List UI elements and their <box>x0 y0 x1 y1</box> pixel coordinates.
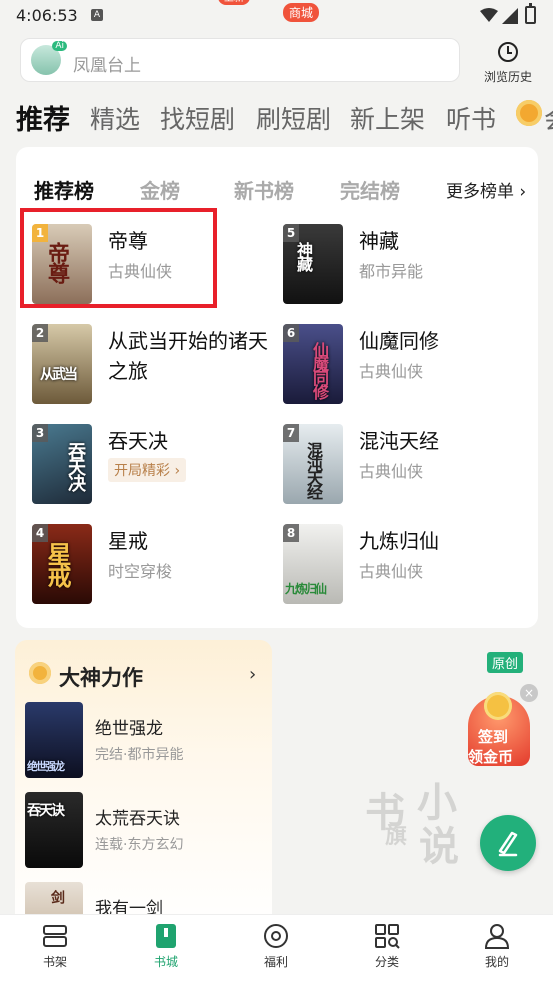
category-icon <box>374 923 400 949</box>
rank-tab-new[interactable]: 新书榜 <box>234 175 294 204</box>
medal-icon <box>29 662 51 684</box>
sign-in-coin-widget[interactable]: 签到 领金币 <box>462 690 532 772</box>
pen-icon <box>498 831 518 857</box>
battery-icon <box>525 3 536 24</box>
book-item[interactable]: 5 神藏 神藏 都市异能 <box>283 224 523 304</box>
ranking-tabs: 推荐榜 金榜 新书榜 完结榜 更多榜单 › <box>34 175 534 205</box>
book-item[interactable]: 3 吞天决 吞天决 开局精彩 › <box>32 424 272 504</box>
bookshelf-icon <box>42 923 68 949</box>
book-genre: 古典仙侠 <box>359 562 424 581</box>
chevron-right-icon[interactable]: › <box>249 664 256 685</box>
book-genre: 古典仙侠 <box>359 462 424 481</box>
book-title: 太荒吞天诀 <box>95 809 180 829</box>
selection-highlight <box>20 208 217 308</box>
rank-tab-recommend[interactable]: 推荐榜 <box>34 175 94 204</box>
master-works-section: 大神力作 › 绝世强龙 绝世强龙 完结·都市异能 吞天诀 太荒吞天诀 连载·东方… <box>15 640 272 930</box>
book-title: 九炼归仙 <box>359 529 439 553</box>
book-genre: 时空穿梭 <box>108 562 173 581</box>
book-cover[interactable]: 8 九炼归仙 <box>283 524 343 604</box>
tab-member[interactable]: 会 <box>544 100 553 136</box>
book-genre: 古典仙侠 <box>359 362 424 381</box>
nav-bookshelf[interactable]: 书架 <box>20 923 90 970</box>
ai-avatar-icon[interactable] <box>31 41 67 75</box>
tab-browse-short-drama[interactable]: 刷短剧 <box>256 100 331 136</box>
rank-tab-gold[interactable]: 金榜 <box>140 175 180 204</box>
book-meta: 完结·都市异能 <box>95 747 184 763</box>
book-title: 从武当开始的诸天之旅 <box>108 329 268 383</box>
book-cover[interactable]: 7 混沌天经 <box>283 424 343 504</box>
book-cover[interactable]: 5 神藏 <box>283 224 343 304</box>
status-time: 4:06:53 <box>16 6 78 25</box>
category-tabs: 推荐 精选 找短剧 刷短剧 新上架 听书 会 <box>16 96 553 140</box>
new-badge: 上新 <box>218 0 250 5</box>
tab-new-arrivals[interactable]: 新上架 <box>350 100 425 136</box>
book-item[interactable]: 2 从武当 从武当开始的诸天之旅 <box>32 324 272 404</box>
signal-icon <box>502 8 518 24</box>
original-badge: 原创 <box>487 652 524 673</box>
clock-icon <box>498 42 518 62</box>
book-title: 仙魔同修 <box>359 329 439 353</box>
search-bar[interactable]: 凤凰台上 <box>20 38 460 82</box>
book-item[interactable]: 6 仙魔同修 仙魔同修 古典仙侠 <box>283 324 523 404</box>
bottom-nav: 书架 书城 福利 分类 我的 <box>0 914 553 984</box>
book-item[interactable]: 8 九炼归仙 九炼归仙 古典仙侠 <box>283 524 523 604</box>
book-cover[interactable]: 绝世强龙 <box>25 702 83 778</box>
book-title: 星戒 <box>108 529 148 553</box>
mall-badge: 商城 <box>283 3 320 22</box>
highlight-tag[interactable]: 开局精彩 › <box>108 458 187 482</box>
status-bar: 4:06:53 A <box>0 0 553 32</box>
history-label: 浏览历史 <box>483 70 532 84</box>
book-cover[interactable]: 4 星戒 <box>32 524 92 604</box>
book-item[interactable]: 4 星戒 星戒 时空穿梭 <box>32 524 272 604</box>
tab-featured[interactable]: 精选 <box>90 100 140 136</box>
coin-icon <box>484 692 512 720</box>
tab-find-short-drama[interactable]: 找短剧 <box>160 100 235 136</box>
write-button[interactable] <box>480 815 536 871</box>
welfare-icon <box>263 923 289 949</box>
book-meta: 连载·东方玄幻 <box>95 837 184 853</box>
bookstore-icon <box>153 923 179 949</box>
nav-category[interactable]: 分类 <box>352 923 422 970</box>
nav-profile[interactable]: 我的 <box>462 923 532 970</box>
book-item[interactable]: 7 混沌天经 混沌天经 古典仙侠 <box>283 424 523 504</box>
section-title: 大神力作 <box>59 666 143 690</box>
search-placeholder: 凤凰台上 <box>73 56 141 76</box>
wifi-icon <box>480 8 498 22</box>
book-cover[interactable]: 6 仙魔同修 <box>283 324 343 404</box>
watermark-logo: 书 小 旗 说 <box>365 780 459 870</box>
rank-tab-finished[interactable]: 完结榜 <box>340 175 400 204</box>
book-title: 吞天决 <box>108 429 168 453</box>
vip-medal-icon[interactable] <box>516 100 542 126</box>
person-icon <box>484 923 510 949</box>
book-title: 神藏 <box>359 229 399 253</box>
tab-audiobook[interactable]: 听书 <box>446 100 496 136</box>
list-item[interactable]: 绝世强龙 绝世强龙 完结·都市异能 <box>25 702 265 778</box>
history-button[interactable]: 浏览历史 <box>478 42 538 85</box>
tab-recommend[interactable]: 推荐 <box>16 98 70 137</box>
nav-welfare[interactable]: 福利 <box>241 923 311 970</box>
book-cover[interactable]: 2 从武当 <box>32 324 92 404</box>
book-cover[interactable]: 3 吞天决 <box>32 424 92 504</box>
close-icon[interactable]: × <box>520 684 538 702</box>
book-cover[interactable]: 吞天诀 <box>25 792 83 868</box>
notification-icon: A <box>91 9 103 21</box>
book-genre: 都市异能 <box>359 262 424 281</box>
more-rankings-link[interactable]: 更多榜单 › <box>446 177 526 202</box>
nav-bookstore[interactable]: 书城 <box>131 923 201 970</box>
list-item[interactable]: 吞天诀 太荒吞天诀 连载·东方玄幻 <box>25 792 265 868</box>
book-title: 混沌天经 <box>359 429 439 453</box>
book-title: 绝世强龙 <box>95 719 163 739</box>
